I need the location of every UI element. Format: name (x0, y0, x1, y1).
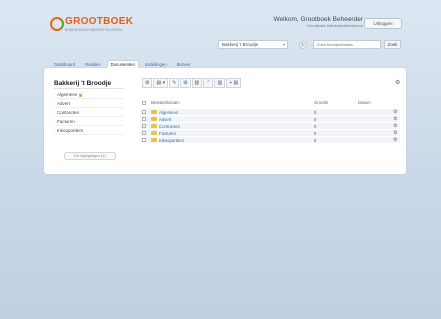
grootboek-logo-icon (50, 17, 64, 31)
search-button[interactable]: Zoek (384, 40, 401, 49)
sidebar-item-label: Advert (57, 101, 71, 106)
sidebar-item-algemeen[interactable]: Algemeen🔒 (54, 90, 124, 99)
company-title: Bakkerij 't Broodje (54, 80, 124, 89)
view-tool-button[interactable]: ▤ ▾ (153, 78, 169, 88)
welcome-subtitle: Grootboek Administratiekantoor (306, 23, 363, 28)
table-header: Bestandsnaam Grootte Datum (140, 100, 400, 107)
tab-documenten[interactable]: Documenten (106, 60, 139, 68)
table-row[interactable]: Inkooporders 0 ⚙ (140, 136, 400, 143)
main-tabs: Dashboard Relaties Documenten Instelling… (50, 60, 195, 68)
document-toolbar: ⚙ ▤ ▾ ✎ ⊞ ▥ ⌃ ▥ + ▤ (142, 78, 242, 88)
company-select[interactable]: Bakkerij 't Broodje ▾ (218, 40, 288, 49)
tab-beheer[interactable]: Beheer (173, 60, 195, 68)
list-tool-button[interactable]: ▥ (214, 78, 226, 88)
search-input[interactable] (313, 40, 381, 49)
row-size: 0 (314, 130, 317, 136)
row-checkbox[interactable] (142, 124, 146, 128)
folder-link[interactable]: Advert (159, 117, 171, 122)
documents-panel: Bakkerij 't Broodje Algemeen🔒 Advert Con… (44, 68, 406, 174)
row-size: 0 (314, 109, 317, 115)
column-name-header[interactable]: Bestandsnaam (151, 100, 180, 105)
settings-tool-button[interactable]: ⚙ (142, 78, 153, 88)
gear-icon[interactable]: ⚙ (395, 79, 400, 86)
select-all-checkbox[interactable] (142, 101, 146, 105)
folder-link[interactable]: Contracten (159, 124, 180, 129)
folder-icon (151, 124, 157, 128)
sidebar-item-contracten[interactable]: Contracten (54, 108, 124, 117)
tab-relaties[interactable]: Relaties (81, 60, 105, 68)
sidebar-item-label: Contracten (57, 110, 80, 115)
grid-tool-button[interactable]: ⊞ (180, 78, 191, 88)
column-size-header[interactable]: Grootte (314, 100, 328, 105)
logo-name: GROOTBOEK (65, 16, 134, 27)
folder-icon (151, 138, 157, 142)
column-date-header[interactable]: Datum (358, 100, 371, 105)
row-size: 0 (314, 137, 317, 143)
row-size: 0 (314, 116, 317, 122)
sidebar-item-inkooporders[interactable]: Inkooporders (54, 126, 124, 135)
sidebar-item-facturen[interactable]: Facturen (54, 117, 124, 126)
logout-button[interactable]: Uitloggen (364, 18, 402, 29)
table-row[interactable]: Advert 0 ⚙ (140, 115, 400, 122)
folder-link[interactable]: Algemeen (159, 110, 178, 115)
tab-instellingen[interactable]: Instellingen (141, 60, 171, 68)
folder-icon (151, 117, 157, 121)
folder-icon (151, 110, 157, 114)
folder-link[interactable]: Facturen (159, 131, 176, 136)
top-header: GROOTBOEK BOEKHOUDEN BEDRIJFSLIJSTEN Wel… (0, 0, 441, 40)
table-row[interactable]: Facturen 0 ⚙ (140, 129, 400, 136)
edit-tool-button[interactable]: ✎ (169, 78, 180, 88)
up-tool-button[interactable]: ⌃ (203, 78, 214, 88)
row-checkbox[interactable] (142, 117, 146, 121)
sidebar-item-advert[interactable]: Advert (54, 99, 124, 108)
refresh-icon[interactable]: ↻ (299, 41, 307, 49)
row-checkbox[interactable] (142, 131, 146, 135)
logo-text: GROOTBOEK BOEKHOUDEN BEDRIJFSLIJSTEN (65, 16, 134, 33)
add-tool-button[interactable]: + ▤ (226, 78, 242, 88)
folder-link[interactable]: Inkooporders (159, 138, 184, 143)
company-select-value: Bakkerij 't Broodje (222, 42, 259, 47)
table-row[interactable]: Contracten 0 ⚙ (140, 122, 400, 129)
sidebar-item-label: Facturen (57, 119, 75, 124)
table-row[interactable]: Algemeen 0 ⚙ (140, 108, 400, 115)
row-checkbox[interactable] (142, 138, 146, 142)
changes-button[interactable]: De wijzigingen (1) (64, 152, 116, 160)
welcome-title: Welkom, Grootboek Beheerder (273, 16, 363, 23)
sidebar-item-label: Inkooporders (57, 128, 84, 133)
columns-tool-button[interactable]: ▥ (191, 78, 203, 88)
welcome-block: Welkom, Grootboek Beheerder Grootboek Ad… (274, 16, 363, 28)
sidebar-item-label: Algemeen (57, 92, 78, 97)
row-size: 0 (314, 123, 317, 129)
folder-icon (151, 131, 157, 135)
chevron-down-icon: ▾ (282, 42, 285, 47)
logo[interactable]: GROOTBOEK BOEKHOUDEN BEDRIJFSLIJSTEN (50, 17, 133, 32)
tab-dashboard[interactable]: Dashboard (50, 60, 79, 68)
gear-icon[interactable]: ⚙ (393, 137, 397, 143)
logo-tagline: BOEKHOUDEN BEDRIJFSLIJSTEN (65, 28, 122, 32)
lock-icon: 🔒 (78, 92, 84, 97)
row-checkbox[interactable] (142, 110, 146, 114)
